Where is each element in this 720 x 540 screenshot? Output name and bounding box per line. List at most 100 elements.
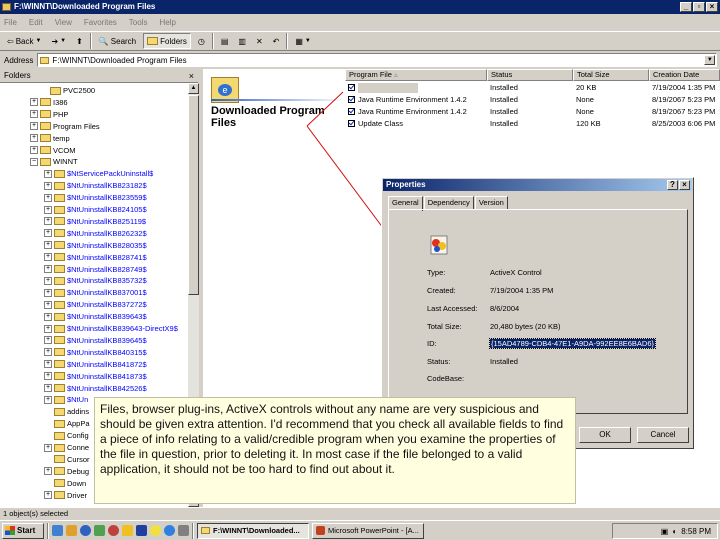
expand-icon[interactable]: + [44,467,52,476]
tree-item[interactable]: + $NtUninstallKB841873$ [44,371,147,382]
tree-item[interactable]: Config [44,430,89,441]
folders-button[interactable]: Folders [143,33,191,49]
expand-icon[interactable]: + [44,265,52,273]
file-row-date[interactable]: 7/19/2004 1:35 PM [649,82,720,94]
search-button[interactable]: 🔍 Search [96,33,139,49]
file-row-size[interactable]: None [573,94,649,106]
tree-item[interactable]: + $NtUninstallKB823559$ [44,192,147,203]
up-folder-button[interactable]: ⬆ [73,33,86,49]
tree-item[interactable]: + $NtUninstallKB842526$ [44,383,147,394]
tree-item[interactable]: + $NtUninstallKB826232$ [44,228,147,239]
expand-icon[interactable]: + [44,324,52,333]
delete-button[interactable]: ✕ [253,33,266,49]
start-button[interactable]: Start [2,522,44,539]
expand-icon[interactable]: + [44,241,52,250]
tree-item[interactable]: PVC2500 [40,85,95,96]
address-dropdown-button[interactable]: ▼ [704,55,716,65]
tree-item[interactable]: + $NtUninstallKB840315$ [44,347,147,358]
address-input[interactable]: F:\WINNT\Downloaded Program Files ▼ [37,53,718,67]
file-row-name[interactable]: Java Runtime Environment 1.4.2 [345,106,487,118]
expand-icon[interactable]: + [44,205,52,214]
expand-icon[interactable]: + [44,276,52,285]
tree-item[interactable]: + $NtUninstallKB823182$ [44,180,147,191]
scroll-up-button[interactable]: ▲ [188,83,199,94]
menu-view[interactable]: View [55,18,72,27]
tab-version[interactable]: Version [474,196,508,210]
expand-icon[interactable]: + [44,443,52,452]
dialog-title-bar[interactable]: Properties ? × [383,179,692,191]
file-row-date[interactable]: 8/25/2003 6:06 PM [649,118,720,130]
volume-tray-icon[interactable]: ◐ [672,527,677,536]
tree-item[interactable]: + Conne [44,442,89,453]
tree-item[interactable]: + $NtUninstallKB837001$ [44,287,147,298]
expand-icon[interactable]: + [44,169,52,178]
expand-icon[interactable]: + [30,146,38,154]
smiley-quicklaunch-icon[interactable] [150,525,161,536]
outlook-quicklaunch-icon[interactable] [66,525,77,536]
restore-button[interactable]: ▫ [693,2,705,12]
menu-tools[interactable]: Tools [129,18,148,27]
menu-help[interactable]: Help [159,18,175,27]
ok-button[interactable]: OK [579,427,631,443]
file-row-size[interactable]: 120 KB [573,118,649,130]
expand-icon[interactable]: + [30,122,38,131]
tree-item[interactable]: + temp [30,133,70,144]
expand-icon[interactable]: + [44,336,52,345]
file-row-status[interactable]: Installed [487,118,573,130]
expand-icon[interactable]: + [44,312,52,321]
tab-dependency[interactable]: Dependency [423,196,474,210]
ie-quicklaunch-icon[interactable] [80,525,91,536]
tree-item[interactable]: + $NtUninstallKB839643-DirectX9$ [44,323,178,334]
tree-item[interactable]: + PHP [30,109,68,120]
file-row-status[interactable]: Installed [487,106,573,118]
file-row-date[interactable]: 8/19/2067 5:23 PM [649,106,720,118]
window-title-bar[interactable]: F:\WINNT\Downloaded Program Files _ ▫ × [0,0,720,14]
undo-button[interactable]: ↶ [270,33,283,49]
move-to-button[interactable]: ▤ [218,33,232,49]
dialog-close-button[interactable]: × [679,180,690,190]
minimize-button[interactable]: _ [680,2,692,12]
tree-item[interactable]: + $NtUn [44,394,88,405]
tree-item[interactable]: + Program Files [30,121,100,132]
expand-icon[interactable]: + [44,229,52,238]
file-row-name[interactable] [345,82,487,94]
dialog-help-button[interactable]: ? [667,180,678,190]
menu-file[interactable]: File [4,18,17,27]
tree-item[interactable]: + $NtUninstallKB828749$ [44,264,147,275]
desktop-quicklaunch-icon[interactable] [52,525,63,536]
tree-item[interactable]: − WINNT [30,156,78,167]
column-header-program-file[interactable]: Program File ▵ [345,69,487,81]
copy-to-button[interactable]: ▥ [235,33,249,49]
expand-icon[interactable]: + [44,217,52,226]
tree-item[interactable]: + $NtUninstallKB841872$ [44,359,147,370]
expand-icon[interactable]: + [30,134,38,143]
expand-icon[interactable]: + [30,110,38,119]
views-button[interactable]: ▦ ▼ [292,33,314,49]
back-button[interactable]: ⇦ Back ▼ [4,33,44,49]
taskbar-powerpoint-window[interactable]: Microsoft PowerPoint - [A... [312,522,424,539]
expand-icon[interactable]: + [30,98,38,107]
file-row-status[interactable]: Installed [487,82,573,94]
app-quicklaunch-icon[interactable] [136,525,147,536]
column-header-creation-date[interactable]: Creation Date [649,69,720,81]
property-value[interactable]: {15AD4789-CDB4-47E1-A9DA-992EE8E6BAD6} [488,338,657,349]
file-row-name[interactable]: Update Class [345,118,487,130]
file-row-size[interactable]: None [573,106,649,118]
tree-item[interactable]: + $NtUninstallKB837272$ [44,299,147,310]
column-header-total-size[interactable]: Total Size [573,69,649,81]
tree-item[interactable]: AppPa [44,418,90,429]
scroll-thumb[interactable] [188,95,199,295]
tree-item[interactable]: + $NtUninstallKB828035$ [44,240,147,251]
expand-icon[interactable]: + [44,288,52,297]
tree-item[interactable]: + Driver [44,490,87,501]
firefox-quicklaunch-icon[interactable] [108,525,119,536]
app-quicklaunch-icon[interactable] [94,525,105,536]
expand-icon[interactable]: + [44,300,52,309]
file-row-date[interactable]: 8/19/2067 5:23 PM [649,94,720,106]
file-row-status[interactable]: Installed [487,94,573,106]
expand-icon[interactable]: + [44,348,52,357]
clock[interactable]: 8:58 PM [681,527,711,536]
expand-icon[interactable]: + [44,253,52,262]
tree-item[interactable]: + $NtUninstallKB835732$ [44,275,147,286]
tree-item[interactable]: + $NtUninstallKB828741$ [44,252,147,263]
